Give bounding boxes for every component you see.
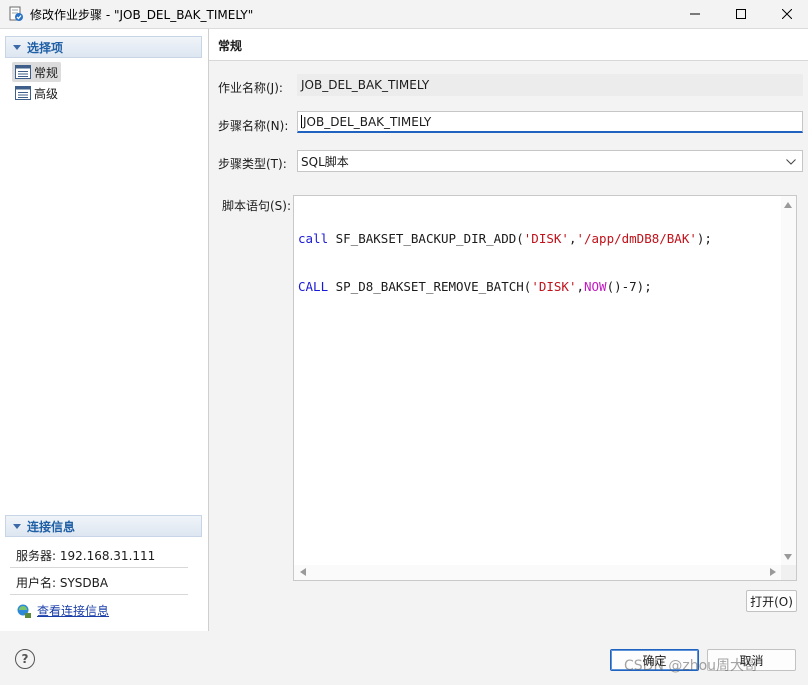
horizontal-scrollbar[interactable]	[294, 565, 782, 580]
step-name-input[interactable]: JOB_DEL_BAK_TIMELY	[297, 111, 803, 133]
nav-item-label: 常规	[34, 65, 59, 80]
conn-header-label: 连接信息	[27, 519, 76, 534]
server-info: 服务器: 192.168.31.111	[16, 549, 156, 563]
close-icon	[782, 9, 792, 19]
watermark: CSDN @zhou周大哥	[624, 658, 759, 674]
connection-icon	[17, 604, 31, 618]
section-header: 常规	[209, 29, 808, 61]
title-bar: 修改作业步骤 - "JOB_DEL_BAK_TIMELY"	[0, 0, 808, 28]
nav-item-label: 高级	[34, 86, 59, 101]
list-icon	[15, 65, 31, 79]
step-type-value: SQL脚本	[301, 154, 349, 169]
step-name-value: JOB_DEL_BAK_TIMELY	[303, 114, 432, 129]
script-editor[interactable]: call SF_BAKSET_BACKUP_DIR_ADD('DISK','/a…	[293, 195, 797, 581]
code-line: CALL SP_D8_BAKSET_REMOVE_BATCH('DISK',NO…	[298, 279, 652, 294]
job-step-icon	[9, 6, 23, 21]
collapse-triangle-icon	[13, 523, 21, 529]
maximize-icon	[736, 9, 746, 19]
code-line: call SF_BAKSET_BACKUP_DIR_ADD('DISK','/a…	[298, 231, 712, 246]
step-type-select[interactable]: SQL脚本	[297, 150, 803, 172]
vertical-scrollbar[interactable]	[781, 196, 796, 566]
collapse-triangle-icon	[13, 44, 21, 50]
open-button[interactable]: 打开(O)	[746, 590, 797, 612]
step-name-label: 步骤名称(N):	[218, 119, 289, 133]
scroll-down-icon[interactable]	[784, 554, 792, 560]
scroll-left-icon[interactable]	[300, 568, 306, 576]
help-icon[interactable]: ?	[15, 649, 35, 669]
job-name-field: JOB_DEL_BAK_TIMELY	[297, 74, 803, 96]
scrollbar-corner	[781, 565, 796, 580]
minimize-button[interactable]	[672, 0, 718, 28]
step-type-label: 步骤类型(T):	[218, 157, 287, 171]
section-title: 常规	[218, 39, 243, 53]
nav-item-general[interactable]: 常规	[12, 62, 62, 82]
maximize-button[interactable]	[718, 0, 764, 28]
list-icon	[15, 86, 31, 100]
script-code[interactable]: call SF_BAKSET_BACKUP_DIR_ADD('DISK','/a…	[298, 199, 712, 327]
dialog-body: 选择项 常规 高级 连接信息 服务器: 192.168.31.111 用户名: …	[0, 28, 808, 631]
nav-item-advanced[interactable]: 高级	[12, 83, 61, 103]
dialog-footer: ? 确定 取消 CSDN @zhou周大哥	[0, 631, 808, 685]
left-pane: 选择项 常规 高级 连接信息 服务器: 192.168.31.111 用户名: …	[0, 29, 209, 631]
options-section-header[interactable]: 选择项	[5, 36, 202, 58]
options-header-label: 选择项	[27, 40, 64, 55]
user-info: 用户名: SYSDBA	[16, 576, 109, 590]
text-caret	[301, 115, 302, 128]
right-pane: 常规 作业名称(J): JOB_DEL_BAK_TIMELY 步骤名称(N): …	[209, 29, 808, 631]
view-conn-link[interactable]: 查看连接信息	[37, 602, 109, 619]
chevron-down-icon	[786, 159, 796, 165]
script-label: 脚本语句(S):	[222, 199, 292, 213]
divider	[10, 594, 188, 595]
divider	[10, 567, 188, 568]
window-title: 修改作业步骤 - "JOB_DEL_BAK_TIMELY"	[30, 8, 254, 22]
conn-section-header[interactable]: 连接信息	[5, 515, 202, 537]
scroll-up-icon[interactable]	[784, 202, 792, 208]
view-conn-row[interactable]: 查看连接信息	[16, 602, 109, 619]
close-button[interactable]	[764, 0, 808, 28]
job-name-label: 作业名称(J):	[218, 81, 283, 95]
scroll-right-icon[interactable]	[770, 568, 776, 576]
minimize-icon	[690, 13, 700, 15]
